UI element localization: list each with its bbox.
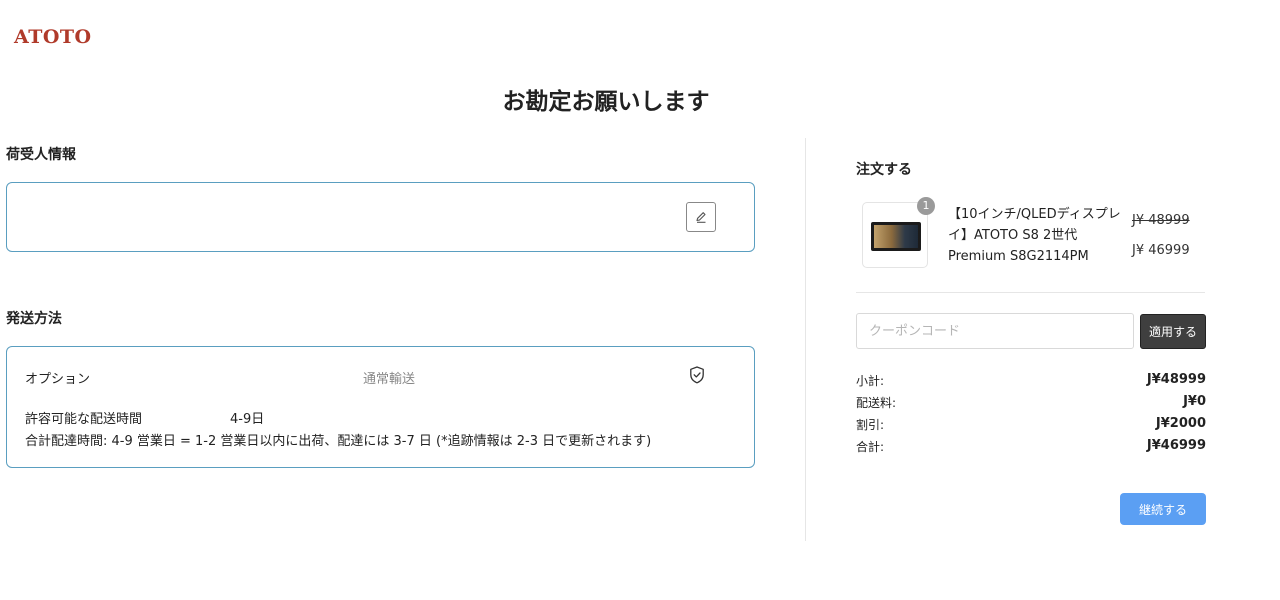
original-price: J¥ 48999 <box>1132 213 1190 228</box>
edit-consignee-button[interactable] <box>686 202 716 232</box>
shipping-fee-value: J¥0 <box>1183 394 1206 409</box>
summary-row-discount: 割引: J¥2000 <box>856 416 1206 436</box>
total-label: 合計: <box>856 440 885 454</box>
discount-label: 割引: <box>856 418 885 432</box>
summary-row-total: 合計: J¥46999 <box>856 438 1206 458</box>
quantity-badge: 1 <box>917 197 935 215</box>
product-thumbnail <box>862 202 928 268</box>
summary-row-subtotal: 小計: J¥48999 <box>856 372 1206 392</box>
shipping-section-title: 発送方法 <box>6 311 62 327</box>
shipping-fee-label: 配送料: <box>856 396 897 410</box>
total-value: J¥46999 <box>1146 438 1206 453</box>
continue-button[interactable]: 継続する <box>1120 493 1206 525</box>
subtotal-value: J¥48999 <box>1146 372 1206 387</box>
shipping-option-box[interactable]: オプション 通常輸送 許容可能な配送時間 4-9日 合計配達時間: 4-9 営業… <box>6 346 755 468</box>
column-divider <box>805 138 806 541</box>
coupon-code-input[interactable] <box>856 313 1134 349</box>
consignee-box <box>6 182 755 252</box>
order-section-title: 注文する <box>856 162 912 178</box>
summary-row-shipping: 配送料: J¥0 <box>856 394 1206 414</box>
order-divider <box>856 292 1205 293</box>
subtotal-label: 小計: <box>856 374 885 388</box>
shipping-option-label: オプション <box>25 372 91 387</box>
pencil-icon <box>696 212 706 223</box>
shield-check-icon <box>690 366 704 384</box>
shipping-option-value: 通常輸送 <box>363 372 416 387</box>
delivery-time-note: 合計配達時間: 4-9 営業日 = 1-2 営業日以内に出荷、配達には 3-7 … <box>25 434 652 449</box>
allowable-time-label: 許容可能な配送時間 <box>25 412 143 427</box>
product-name: 【10インチ/QLEDディスプレイ】ATOTO S8 2世代 Premium S… <box>948 207 1121 264</box>
brand-logo[interactable]: ATOTO <box>14 26 92 48</box>
consignee-section-title: 荷受人情報 <box>6 147 76 163</box>
sale-price: J¥ 46999 <box>1132 243 1190 258</box>
apply-coupon-button[interactable]: 適用する <box>1140 314 1206 349</box>
allowable-time-value: 4-9日 <box>230 412 265 427</box>
discount-value: J¥2000 <box>1155 416 1206 431</box>
page-title: お勘定お願いします <box>502 89 710 115</box>
